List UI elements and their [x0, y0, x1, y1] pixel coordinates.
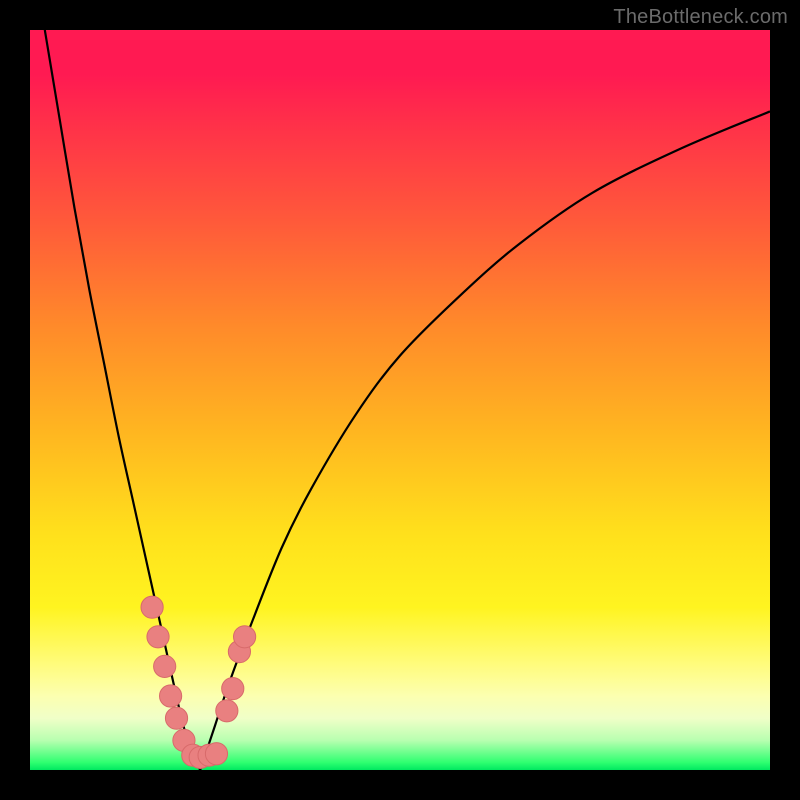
curve-right: [200, 111, 770, 770]
data-marker: [165, 707, 187, 729]
data-marker: [160, 685, 182, 707]
data-marker: [205, 743, 227, 765]
data-marker: [234, 626, 256, 648]
data-marker: [141, 596, 163, 618]
plot-area: [30, 30, 770, 770]
data-marker: [154, 655, 176, 677]
curve-left: [45, 30, 200, 770]
data-marker: [147, 626, 169, 648]
data-marker: [222, 678, 244, 700]
watermark-text: TheBottleneck.com: [613, 6, 788, 29]
chart-frame: TheBottleneck.com: [0, 0, 800, 800]
data-marker: [216, 700, 238, 722]
marker-group: [141, 596, 256, 768]
curve-layer: [30, 30, 770, 770]
